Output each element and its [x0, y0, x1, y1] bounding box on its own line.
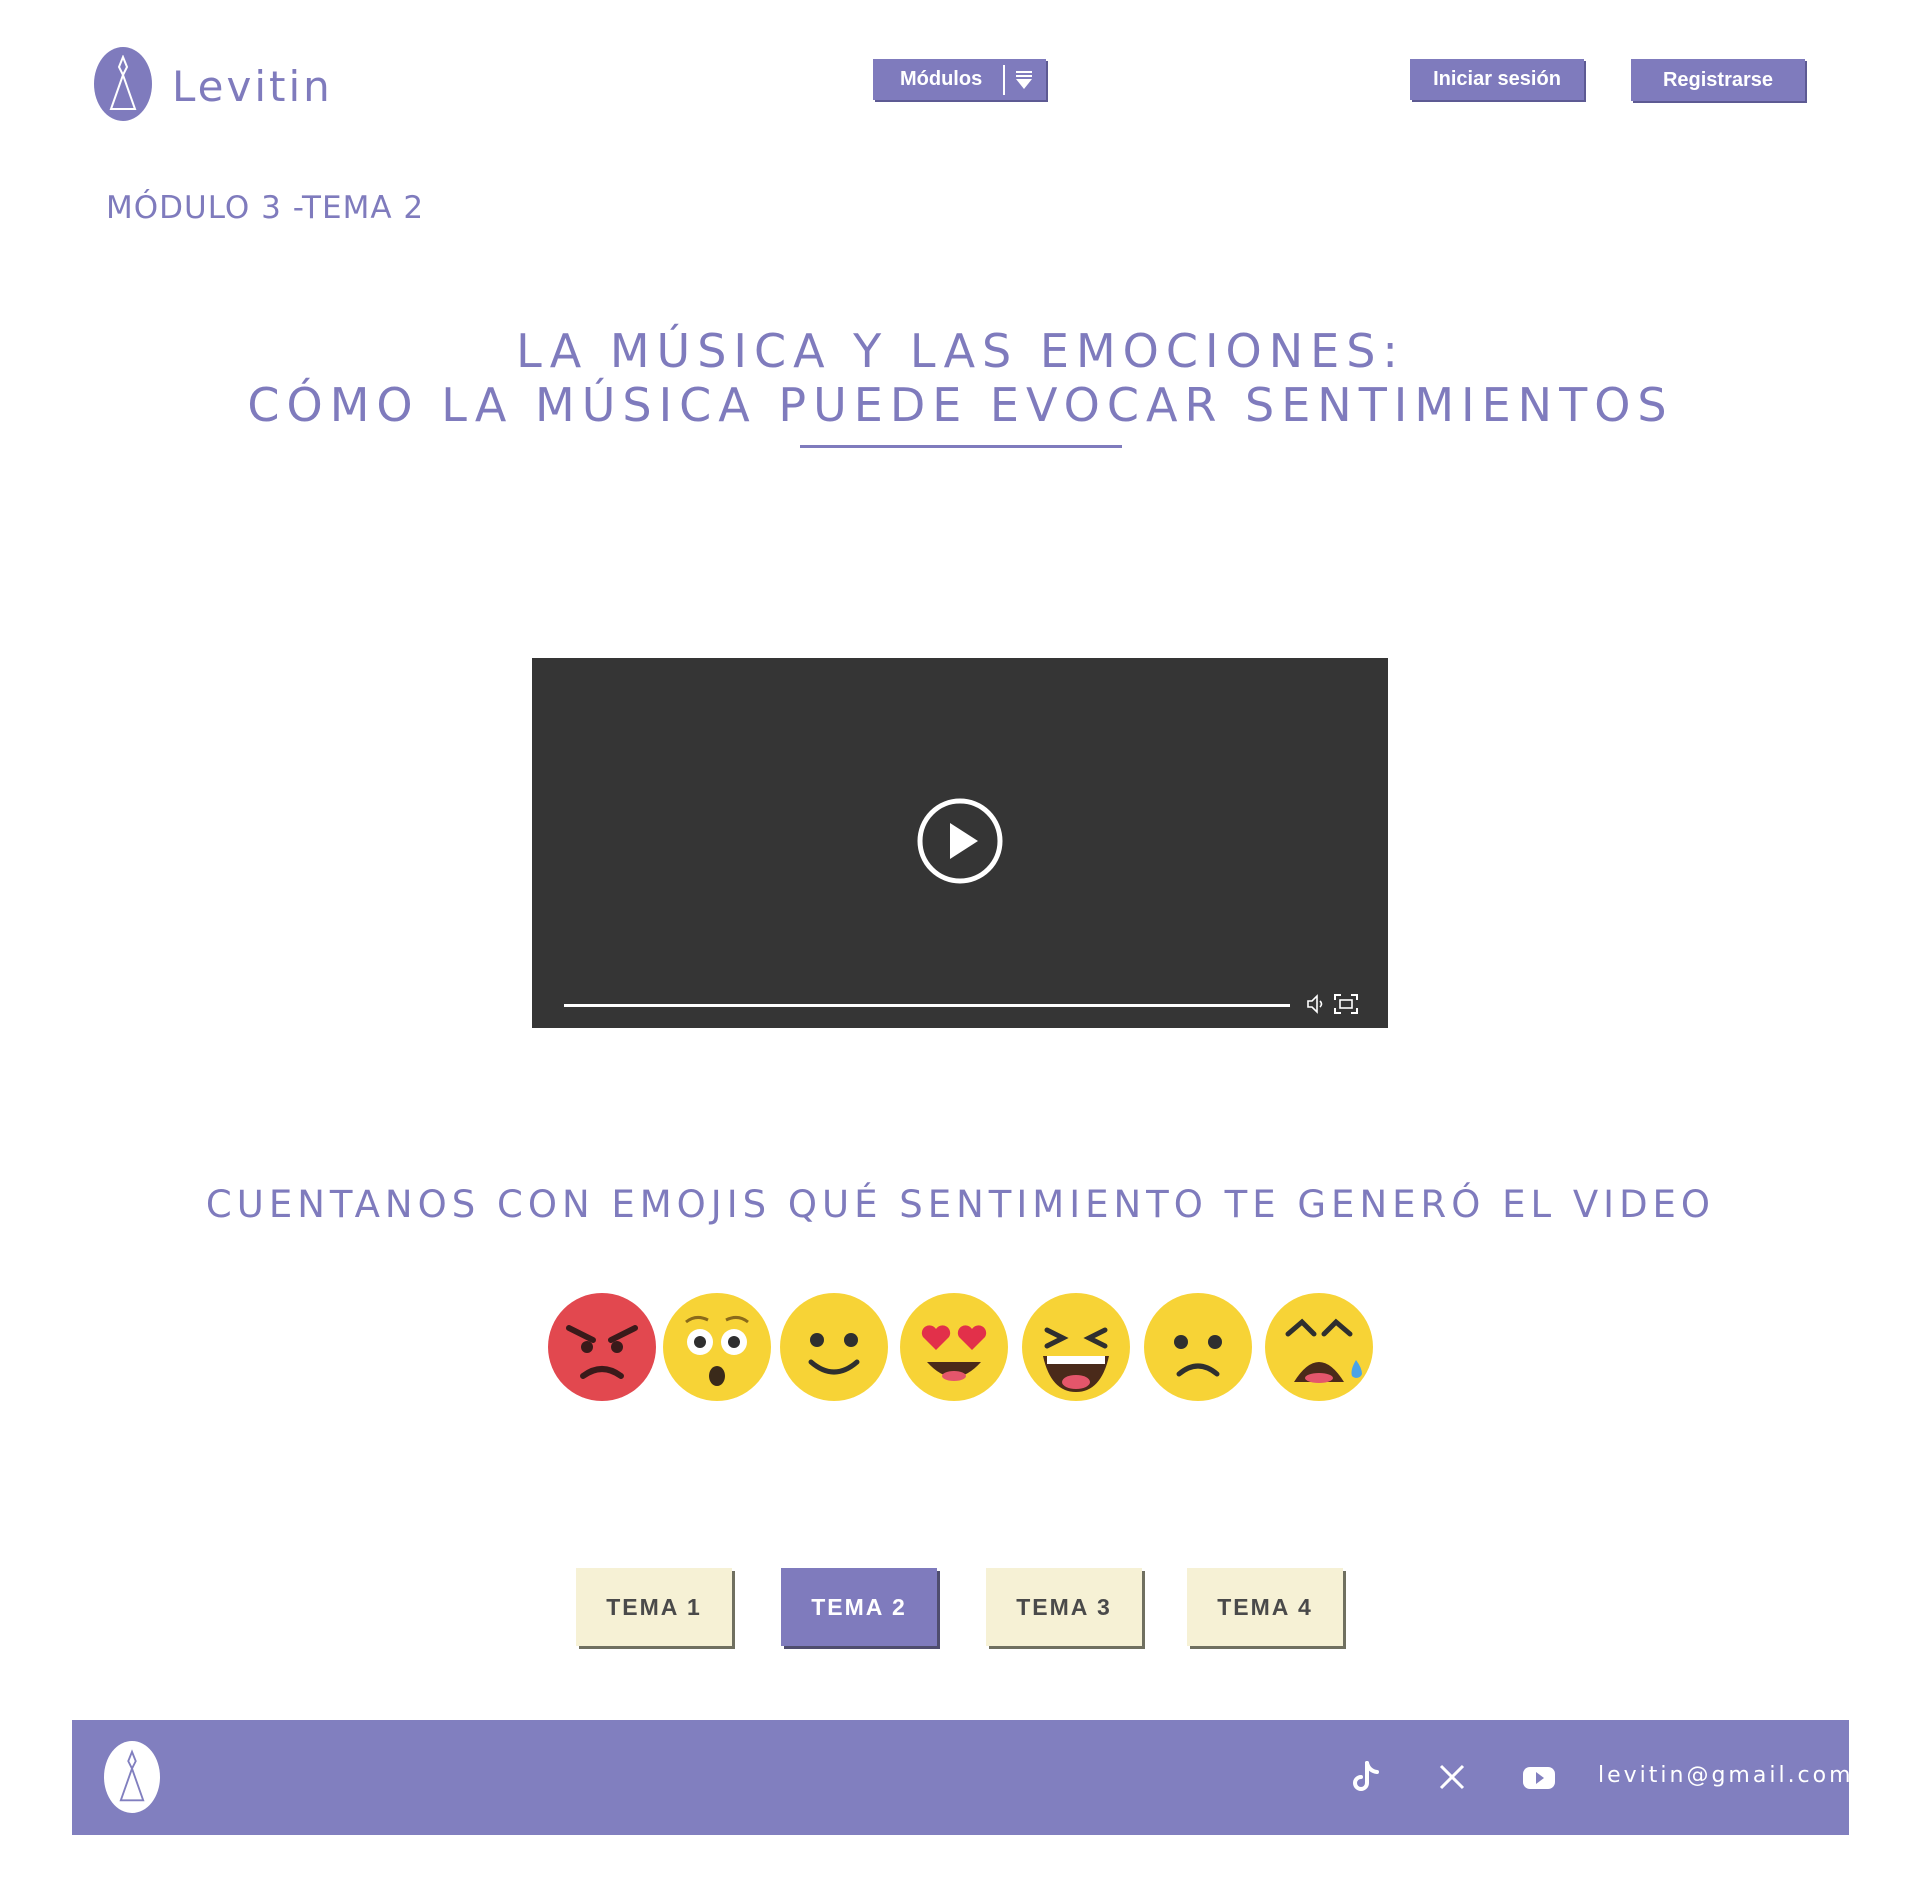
angry-emoji-icon[interactable] [547, 1292, 657, 1402]
youtube-icon[interactable] [1519, 1757, 1559, 1797]
laughing-emoji-icon[interactable] [1021, 1292, 1131, 1402]
logo-icon [119, 1749, 145, 1802]
login-button[interactable]: Iniciar sesión [1410, 59, 1584, 100]
breadcrumb: MÓDULO 3 -TEMA 2 [106, 190, 425, 226]
heart-eyes-emoji-icon[interactable] [899, 1292, 1009, 1402]
topic-button-2[interactable]: TEMA 2 [781, 1568, 937, 1646]
topic-button-1[interactable]: TEMA 1 [576, 1568, 732, 1646]
footer [72, 1720, 1849, 1835]
fullscreen-icon[interactable] [1333, 993, 1359, 1015]
surprised-emoji-icon[interactable] [662, 1292, 772, 1402]
logo[interactable] [94, 47, 152, 121]
brand-name: Levitin [172, 62, 333, 111]
smiling-emoji-icon[interactable] [779, 1292, 889, 1402]
dropdown-arrow-icon [1016, 71, 1032, 89]
modules-dropdown-button[interactable]: Módulos [873, 59, 1046, 100]
play-icon[interactable] [917, 798, 1003, 884]
logo-icon [109, 55, 137, 110]
volume-icon[interactable] [1306, 993, 1328, 1015]
title-underline [800, 445, 1122, 448]
crying-emoji-icon[interactable] [1264, 1292, 1374, 1402]
page-title-line2: CÓMO LA MÚSICA PUEDE EVOCAR SENTIMIENTOS [247, 378, 1674, 432]
x-icon[interactable] [1432, 1757, 1472, 1797]
contact-email[interactable]: levitin@gmail.com [1598, 1763, 1854, 1788]
page-title-line1: LA MÚSICA Y LAS EMOCIONES: [516, 324, 1405, 378]
modules-label: Módulos [900, 68, 983, 90]
dropdown-separator [1003, 65, 1005, 95]
topic-button-4[interactable]: TEMA 4 [1187, 1568, 1343, 1646]
footer-logo[interactable] [104, 1741, 160, 1813]
video-progress-bar[interactable] [564, 1004, 1290, 1007]
topic-button-3[interactable]: TEMA 3 [986, 1568, 1142, 1646]
emoji-prompt: CUENTANOS CON EMOJIS QUÉ SENTIMIENTO TE … [205, 1183, 1716, 1226]
tiktok-icon[interactable] [1345, 1757, 1385, 1797]
register-button[interactable]: Registrarse [1631, 59, 1805, 101]
sad-emoji-icon[interactable] [1143, 1292, 1253, 1402]
